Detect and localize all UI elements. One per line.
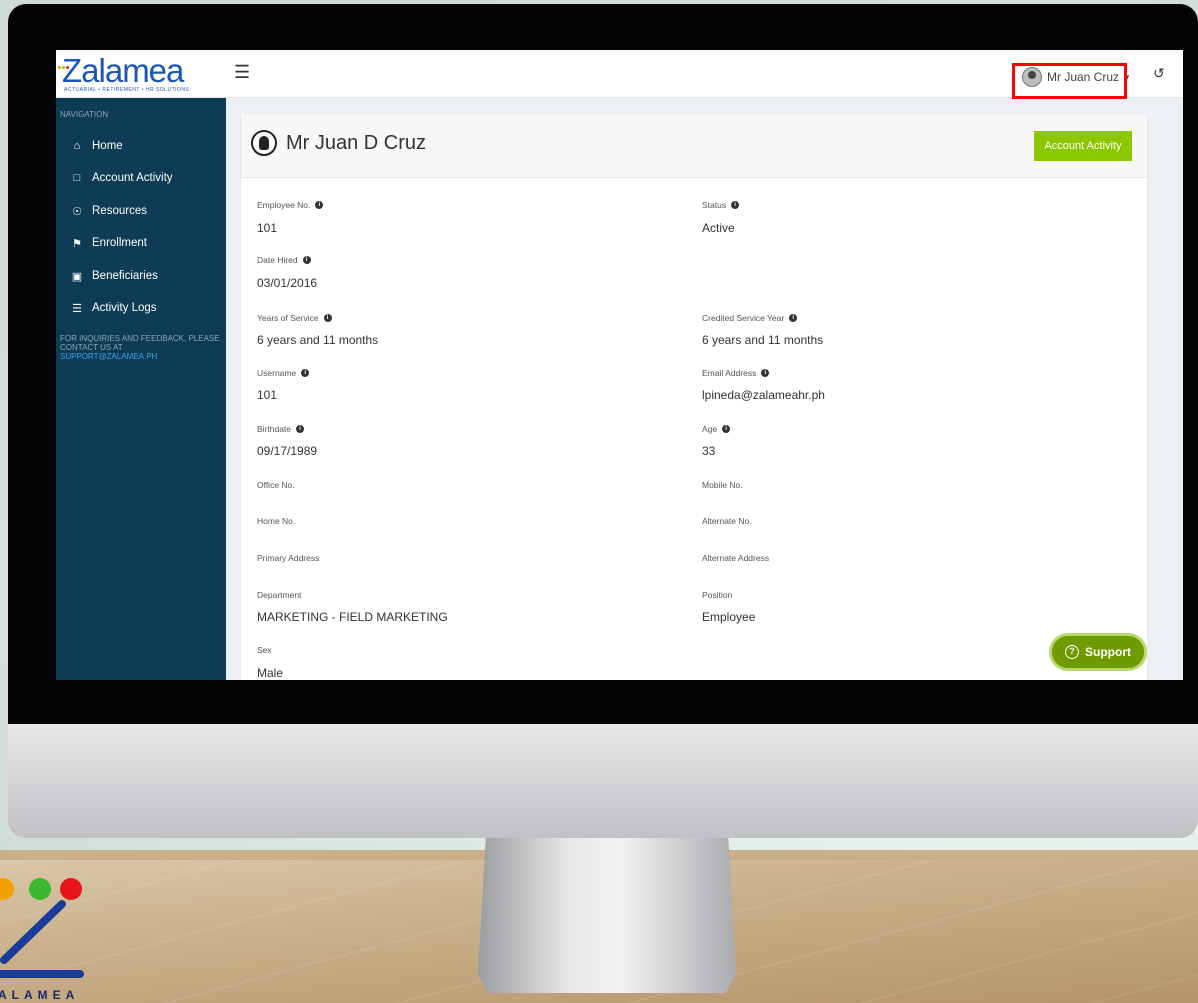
mobile-no-label: Mobile No. (702, 480, 743, 490)
info-icon[interactable]: i (315, 201, 324, 209)
folder-open-icon: □ (73, 172, 81, 184)
lightbulb-icon: ☉ (72, 205, 82, 218)
credited-service-year-label: Credited Service Year i (702, 313, 798, 323)
sidebar-item-label: Home (92, 140, 123, 152)
position-value: Employee (702, 610, 756, 624)
gift-icon: ▣ (71, 270, 83, 283)
sidebar-item-enrollment[interactable]: ⚑ Enrollment (68, 233, 147, 253)
age-label: Age i (702, 424, 731, 434)
field-label-text: Age (702, 424, 718, 434)
sidebar-item-label: Enrollment (92, 237, 147, 249)
primary-address-label: Primary Address (257, 553, 320, 563)
sidebar-item-account-activity[interactable]: □ Account Activity (68, 168, 173, 188)
field-label-text: Date Hired (257, 255, 298, 265)
status-label: Status i (702, 200, 740, 210)
nav-header: NAVIGATION (60, 110, 109, 119)
age-value: 33 (702, 444, 716, 458)
info-icon[interactable]: i (301, 369, 310, 377)
field-label-text: Years of Service (257, 313, 319, 323)
info-icon[interactable]: i (761, 369, 770, 377)
credited-service-year-value: 6 years and 11 months (702, 333, 824, 347)
brand-dot-red-icon (60, 878, 82, 900)
info-icon[interactable]: i (789, 314, 798, 322)
profile-panel: Mr Juan D Cruz Account Activity Employee… (241, 114, 1147, 680)
brand-dot-green-icon (29, 878, 51, 900)
user-circle-icon (251, 130, 277, 156)
username-value: 101 (257, 388, 278, 402)
history-icon[interactable]: ↺ (1153, 65, 1165, 82)
date-hired-label: Date Hired i (257, 255, 311, 265)
sidebar-item-label: Account Activity (92, 172, 173, 184)
username-label: Username i (257, 368, 310, 378)
support-email-link[interactable]: SUPPORT@ZALAMEA.PH (60, 352, 157, 361)
email-address-value: lpineda@zalameahr.ph (702, 388, 825, 402)
sidebar-item-home[interactable]: ⌂ Home (68, 136, 123, 156)
field-label-text: Username (257, 368, 297, 378)
brand-logo: ALAMEA (0, 870, 110, 1003)
date-hired-value: 03/01/2016 (257, 276, 318, 290)
birthdate-label: Birthdate i (257, 424, 305, 434)
field-label-text: Credited Service Year (702, 313, 785, 323)
position-label: Position (702, 590, 733, 600)
sidebar-item-label: Beneficiaries (92, 270, 158, 282)
brand-text: ALAMEA (0, 988, 80, 1002)
years-of-service-label: Years of Service i (257, 313, 332, 323)
screen: Zalamea ACTUARIAL • RETIREMENT • HR SOLU… (56, 50, 1183, 680)
sidebar-item-label: Activity Logs (92, 302, 157, 314)
sidebar-item-beneficiaries[interactable]: ▣ Beneficiaries (68, 266, 158, 286)
alternate-address-label: Alternate Address (702, 553, 770, 563)
flag-icon: ⚑ (72, 237, 82, 250)
topbar: Zalamea ACTUARIAL • RETIREMENT • HR SOLU… (56, 50, 1183, 99)
profile-header: Mr Juan D Cruz Account Activity (241, 114, 1147, 178)
list-icon: ☰ (72, 302, 82, 315)
info-icon[interactable]: i (731, 201, 740, 209)
department-label: Department (257, 590, 302, 600)
brand-dot-orange-icon (0, 878, 14, 900)
field-label-text: Employee No. (257, 200, 311, 210)
sidebar-item-label: Resources (92, 205, 147, 217)
support-label: Support (1085, 645, 1131, 659)
contact-note-text: FOR INQUIRIES AND FEEDBACK, PLEASE CONTA… (60, 334, 220, 352)
hamburger-menu-icon[interactable]: ☰ (234, 62, 252, 82)
employee-no-label: Employee No. i (257, 200, 324, 210)
info-icon[interactable]: i (323, 314, 332, 322)
birthdate-value: 09/17/1989 (257, 444, 318, 458)
brand-z-mark-icon (0, 900, 84, 978)
email-address-label: Email Address i (702, 368, 770, 378)
field-label-text: Birthdate (257, 424, 292, 434)
employee-no-value: 101 (257, 221, 278, 235)
account-activity-button[interactable]: Account Activity (1034, 131, 1132, 161)
monitor-stand (478, 838, 736, 993)
sidebar-item-activity-logs[interactable]: ☰ Activity Logs (68, 298, 157, 318)
department-value: MARKETING - FIELD MARKETING (257, 610, 448, 624)
profile-name: Mr Juan D Cruz (286, 132, 427, 154)
sidebar: NAVIGATION ⌂ Home □ Account Activity ☉ R… (56, 98, 226, 680)
status-value: Active (702, 221, 735, 235)
alternate-no-label: Alternate No. (702, 516, 752, 526)
highlight-box (1012, 63, 1127, 99)
info-icon[interactable]: i (722, 425, 731, 433)
years-of-service-value: 6 years and 11 months (257, 333, 379, 347)
question-icon: ? (1065, 645, 1079, 659)
logo-text: Zalamea (62, 52, 184, 89)
info-icon[interactable]: i (302, 256, 311, 264)
contact-note: FOR INQUIRIES AND FEEDBACK, PLEASE CONTA… (60, 334, 222, 361)
logo[interactable]: Zalamea ACTUARIAL • RETIREMENT • HR SOLU… (56, 50, 226, 97)
home-icon: ⌂ (73, 140, 81, 152)
sex-value: Male (257, 666, 284, 680)
support-button[interactable]: ? Support (1049, 633, 1147, 671)
field-label-text: Status (702, 200, 727, 210)
info-icon[interactable]: i (296, 425, 305, 433)
sidebar-item-resources[interactable]: ☉ Resources (68, 201, 147, 221)
sex-label: Sex (257, 645, 272, 655)
field-label-text: Email Address (702, 368, 757, 378)
logo-tagline: ACTUARIAL • RETIREMENT • HR SOLUTIONS (64, 87, 190, 93)
monitor-chin (8, 724, 1198, 838)
office-no-label: Office No. (257, 480, 295, 490)
home-no-label: Home No. (257, 516, 296, 526)
